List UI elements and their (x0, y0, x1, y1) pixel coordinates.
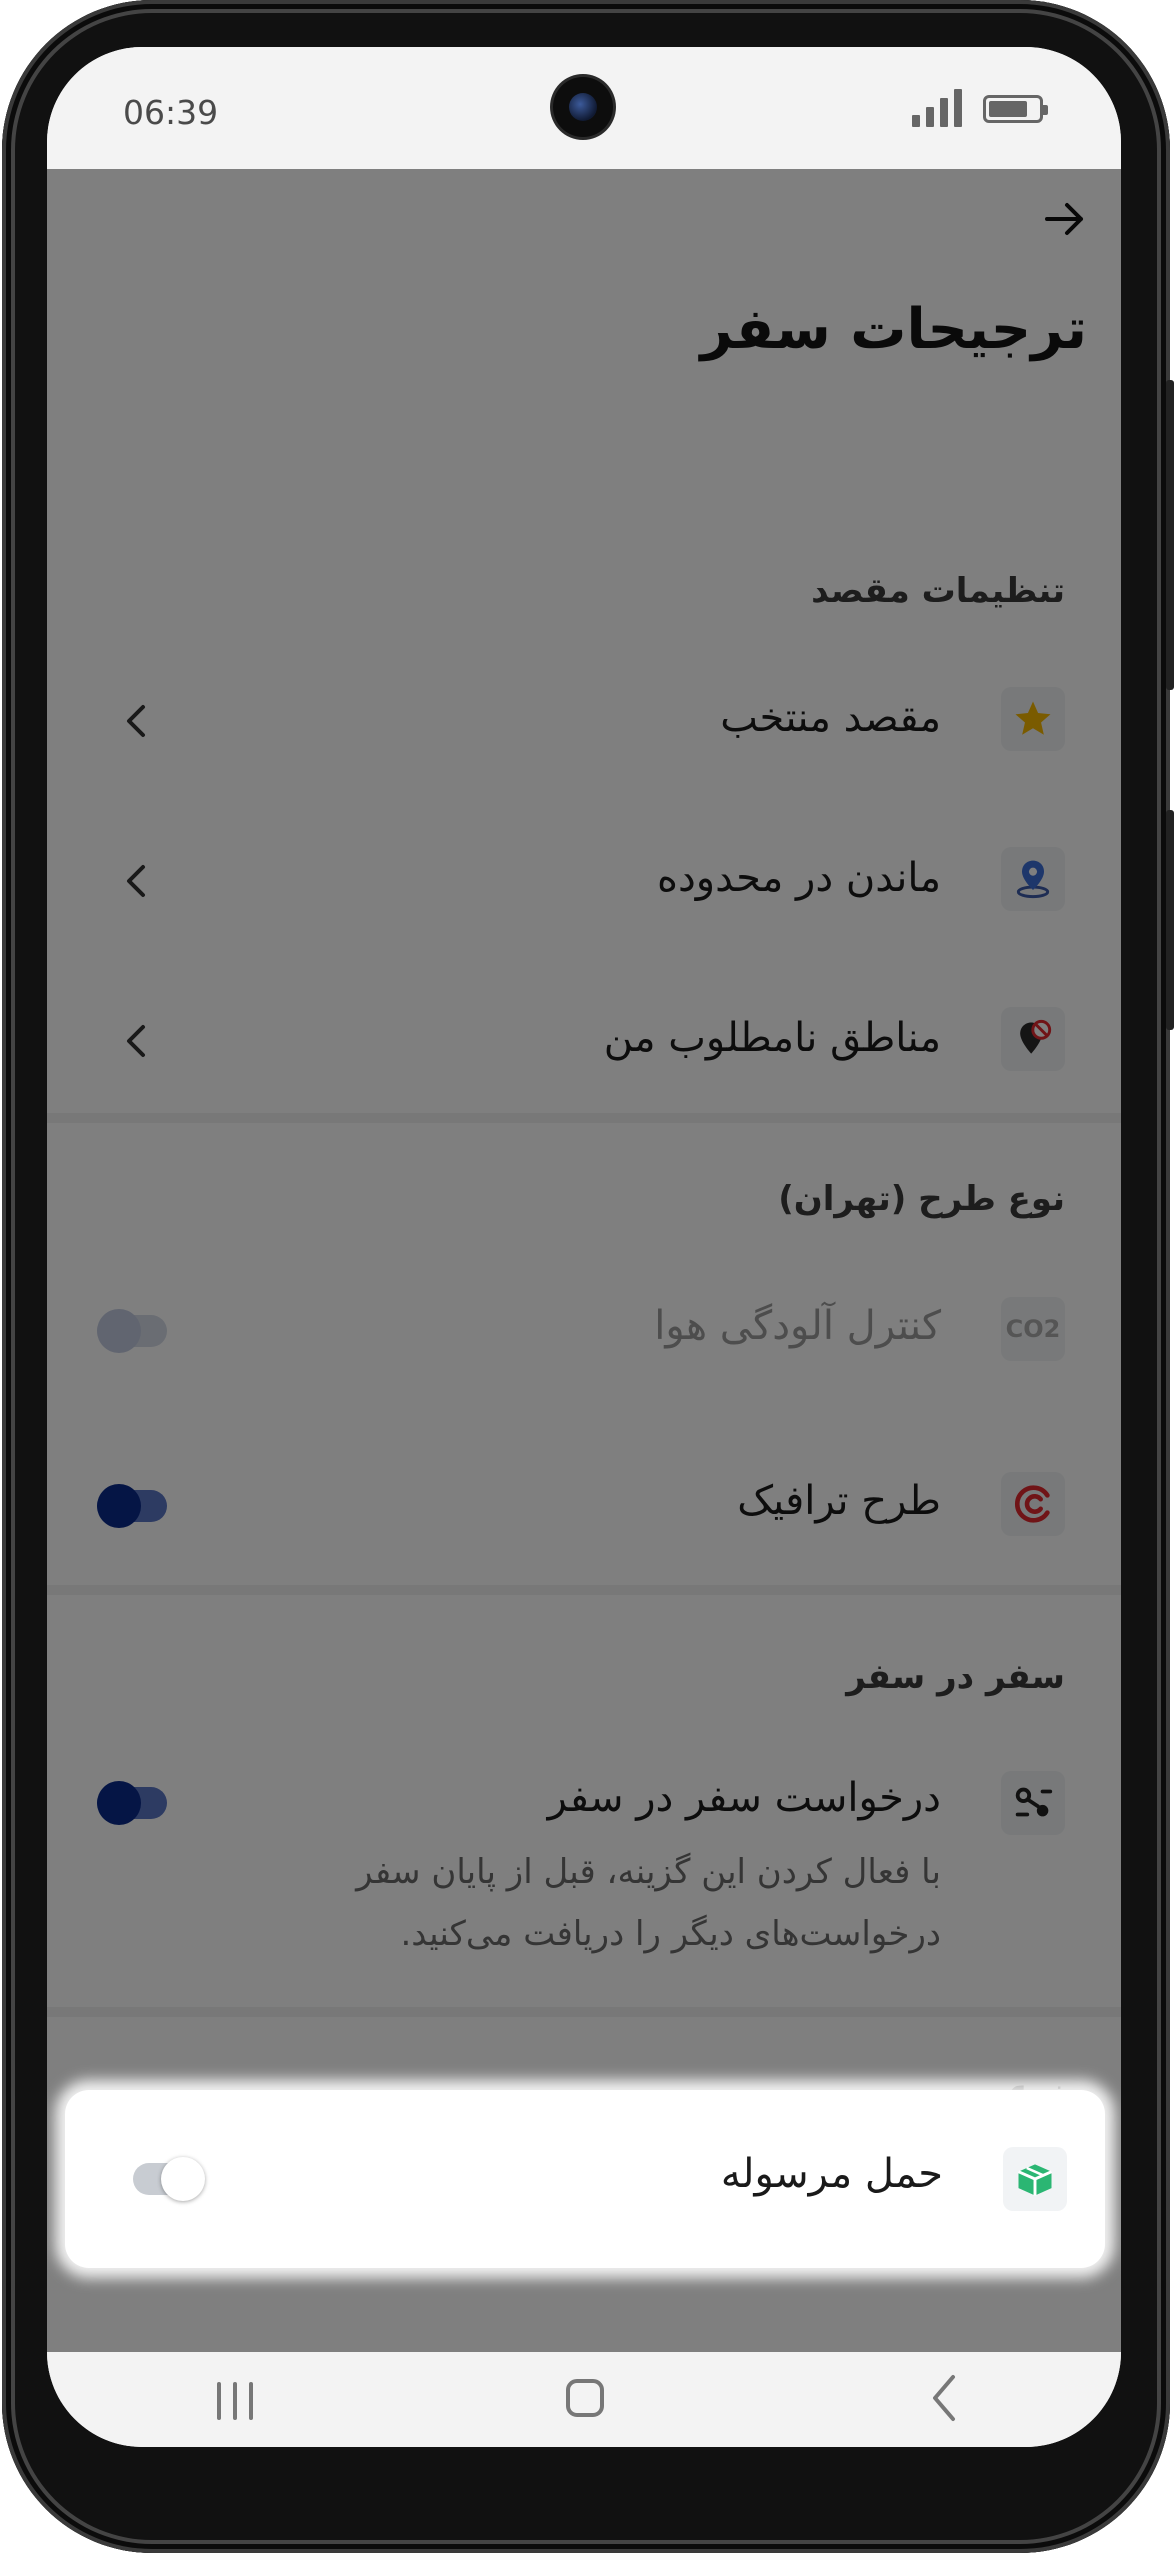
trip-preferences-page: ترجیحات سفر تنظیمات مقصد مقصد منتخب ماند… (47, 169, 1121, 2402)
parcel-delivery-toggle[interactable] (133, 2157, 205, 2201)
section-divider (47, 2007, 1121, 2017)
status-bar: 06:39 (47, 47, 1121, 169)
battery-icon (983, 95, 1048, 123)
star-icon (1015, 701, 1051, 735)
section-title-destination: تنظیمات مقصد (811, 571, 1065, 611)
favorite-icon-box (1001, 687, 1065, 751)
stay-in-range-icon-box (1001, 847, 1065, 911)
air-pollution-toggle[interactable] (97, 1309, 167, 1353)
phone-screen: 06:39 ترجیحات سفر تنظیمات مقصد مقصد منتخ… (47, 47, 1121, 2447)
list-item-label: کنترل آلودگی هوا (654, 1303, 941, 1349)
unwanted-areas-icon-box (1001, 1007, 1065, 1071)
location-pin-icon (1016, 860, 1050, 899)
list-item-description: با فعال کردن این گزینه، قبل از پایان سفر… (356, 1852, 941, 1954)
package-icon (1017, 2164, 1053, 2196)
chevron-left-icon[interactable] (929, 2373, 959, 2423)
traffic-plan-icon (1014, 1485, 1050, 1523)
toggle-knob (97, 1309, 141, 1353)
section-divider (47, 1585, 1121, 1595)
front-camera (553, 77, 613, 137)
toggle-knob (97, 1484, 141, 1528)
list-item-air-pollution-control[interactable]: CO2 کنترل آلودگی هوا (47, 1259, 1121, 1409)
list-item-traffic-plan[interactable]: طرح ترافیک (47, 1434, 1121, 1584)
list-item-stay-in-range[interactable]: ماندن در محدوده (47, 819, 1121, 969)
route-icon-box (1001, 1771, 1065, 1835)
power-button (1166, 810, 1174, 1030)
status-time: 06:39 (123, 93, 219, 132)
list-item-label: طرح ترافیک (737, 1478, 941, 1524)
list-item-favorite-destination[interactable]: مقصد منتخب (47, 659, 1121, 809)
system-navigation-bar (47, 2352, 1121, 2447)
volume-button (1166, 380, 1174, 690)
traffic-plan-icon-box (1001, 1472, 1065, 1536)
chevron-left-icon (127, 865, 145, 897)
list-item-unwanted-areas[interactable]: مناطق نامطلوب من (47, 979, 1121, 1129)
signal-icon (912, 87, 962, 127)
list-item-label: حمل مرسوله (720, 2151, 943, 2197)
list-item-label: ماندن در محدوده (656, 855, 941, 901)
list-item-label: مناطق نامطلوب من (603, 1015, 941, 1061)
toggle-knob (97, 1781, 141, 1825)
co2-icon-box: CO2 (1001, 1297, 1065, 1361)
chevron-left-icon (127, 705, 145, 737)
arrow-right-icon (1045, 203, 1083, 235)
list-item-label: مقصد منتخب (720, 695, 941, 741)
co2-icon: CO2 (1005, 1315, 1061, 1343)
recents-icon[interactable] (217, 2382, 253, 2420)
section-title-trip-in-trip: سفر در سفر (846, 1657, 1065, 1697)
chevron-left-icon (127, 1025, 145, 1057)
section-title-plan-type: نوع طرح (تهران) (778, 1179, 1065, 1219)
section-divider (47, 1113, 1121, 1123)
blocked-location-icon (1020, 1019, 1052, 1054)
list-item-label: درخواست سفر در سفر (547, 1775, 941, 1821)
list-item-parcel-delivery[interactable]: حمل مرسوله (65, 2090, 1105, 2268)
toggle-knob (161, 2157, 205, 2201)
page-title: ترجیحات سفر (700, 297, 1087, 362)
trip-in-trip-toggle[interactable] (97, 1781, 167, 1825)
route-icon (1015, 1787, 1053, 1817)
list-item-trip-in-trip[interactable]: درخواست سفر در سفر با فعال کردن این گزین… (47, 1729, 1121, 1989)
home-icon[interactable] (566, 2379, 604, 2417)
back-button[interactable] (1043, 197, 1087, 245)
traffic-plan-toggle[interactable] (97, 1484, 167, 1528)
package-icon-box (1003, 2147, 1067, 2211)
